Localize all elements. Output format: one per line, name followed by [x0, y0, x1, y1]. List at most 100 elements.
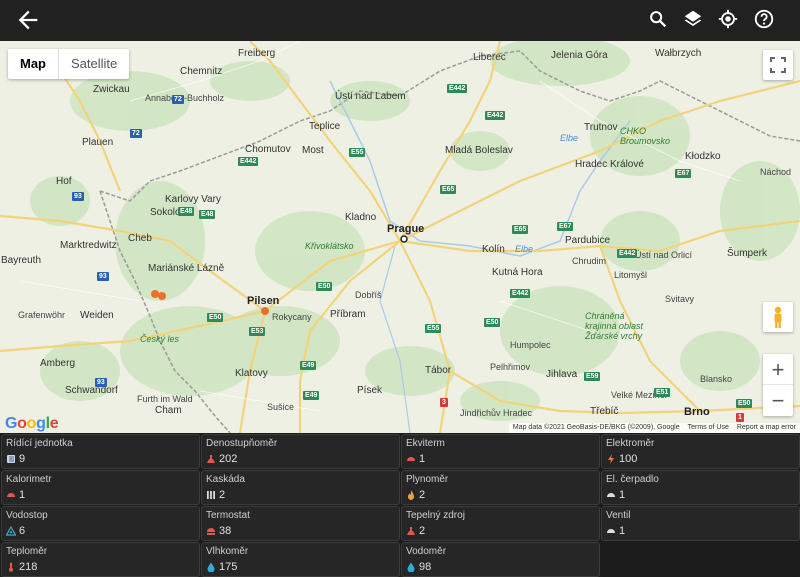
tile-count: 218: [19, 561, 38, 573]
tile-count: 9: [19, 453, 26, 465]
road-shield: E50: [736, 399, 753, 408]
road-shield: E49: [300, 361, 317, 370]
tile-ventil[interactable]: Ventil 1: [601, 506, 800, 541]
tile-vlhkomer[interactable]: Vlhkoměr 175: [201, 542, 400, 577]
road-shield: E65: [512, 225, 529, 234]
map-label: Litomyšl: [614, 270, 648, 280]
road-shield: 93: [95, 378, 107, 387]
tile-vodostop[interactable]: Vodostop 6: [1, 506, 200, 541]
road-shield: E442: [238, 157, 259, 166]
fullscreen-button[interactable]: [763, 50, 793, 80]
map-label: Wałbrzych: [655, 48, 702, 59]
map-label: Písek: [357, 385, 383, 396]
map-label: Teplice: [309, 121, 341, 132]
road-shield: E48: [199, 210, 216, 219]
tile-label: Ekviterm: [406, 438, 445, 449]
map-label: Svitavy: [665, 294, 695, 304]
map-label: Jihlava: [546, 369, 578, 380]
tile-label: Teploměr: [6, 546, 48, 557]
map-view[interactable]: Prague Pilsen Brno Chemnitz Freiberg Zwi…: [0, 41, 800, 433]
zoom-in-button[interactable]: +: [763, 354, 793, 385]
map-label: Kolín: [482, 244, 505, 255]
map-label: Trutnov: [584, 122, 618, 133]
map-label: Chomutov: [245, 144, 291, 155]
road-shield: E48: [178, 207, 195, 216]
tile-label: Vodoměr: [406, 546, 447, 557]
map-label: Chemnitz: [180, 66, 223, 77]
google-logo: Google: [5, 415, 59, 432]
calorimeter-icon: [7, 493, 15, 497]
tile-count: 98: [419, 561, 432, 573]
tile-count: 100: [619, 453, 638, 465]
road-shield: 3: [440, 398, 448, 407]
map-label: Dobříš: [355, 290, 382, 300]
map-label: Chrudim: [572, 256, 607, 266]
map-label: Ústí nad Orlicí: [635, 250, 693, 260]
map-label: Zwickau: [93, 84, 130, 95]
map-attribution: Map data ©2021 GeoBasis-DE/BKG (©2009), …: [508, 423, 800, 433]
map-type-map-button[interactable]: Map: [8, 49, 59, 79]
degree-day-icon: [207, 455, 215, 463]
my-location-icon[interactable]: [717, 8, 739, 30]
electricity-icon: [608, 454, 614, 464]
tile-termostat[interactable]: Termostat 38: [201, 506, 400, 541]
layers-icon[interactable]: [682, 8, 704, 30]
terms-link[interactable]: Terms of Use: [688, 423, 729, 433]
tile-kaskada[interactable]: Kaskáda 2: [201, 470, 400, 505]
report-error-link[interactable]: Report a map error: [737, 423, 796, 433]
street-view-button[interactable]: [763, 302, 793, 332]
zoom-out-button[interactable]: −: [763, 385, 793, 416]
help-icon[interactable]: [753, 8, 775, 30]
water-meter-icon: [407, 562, 415, 572]
map-label: Klatovy: [235, 368, 268, 379]
map-label: Chráněná krajinná oblast Žďárské vrchy: [585, 311, 644, 341]
road-shield: E442: [447, 84, 468, 93]
map-label: Mariánské Lázně: [148, 263, 225, 274]
road-shield: E50: [484, 318, 501, 327]
map-label: Blansko: [700, 374, 733, 384]
map-label: Schwandorf: [65, 385, 118, 396]
pump-icon: [607, 493, 615, 497]
tile-el-cerpadlo[interactable]: El. čerpadlo 1: [601, 470, 800, 505]
map-label: Mladá Boleslav: [445, 145, 513, 156]
road-shield: E442: [510, 289, 531, 298]
gas-meter-icon: [408, 490, 414, 500]
tile-denostupnomer[interactable]: Denostupňoměr 202: [201, 434, 400, 469]
map-label: Křivoklátsko: [305, 241, 354, 251]
tile-plynomer[interactable]: Plynoměr 2: [401, 470, 600, 505]
humidity-icon: [207, 562, 215, 572]
map-label: Pelhřimov: [490, 362, 531, 372]
water-stop-icon: [6, 526, 16, 536]
map-label: Brno: [684, 406, 710, 418]
tile-ekviterm[interactable]: Ekviterm 1: [401, 434, 600, 469]
tile-kalorimetr[interactable]: Kalorimetr 1: [1, 470, 200, 505]
road-shield: E442: [485, 111, 506, 120]
tile-count: 2: [219, 489, 226, 501]
tile-ridici-jednotka[interactable]: Řídící jednotka 9: [1, 434, 200, 469]
search-icon[interactable]: [647, 8, 669, 30]
tile-teplomer[interactable]: Teploměr 218: [1, 542, 200, 577]
tile-vodomer[interactable]: Vodoměr 98: [401, 542, 600, 577]
road-shield: E442: [617, 249, 638, 258]
device-category-grid: Řídící jednotka 9 Denostupňoměr 202 Ekvi…: [0, 433, 800, 577]
tile-elektromer[interactable]: Elektroměr 100: [601, 434, 800, 469]
road-shield: E50: [207, 313, 224, 322]
tile-label: El. čerpadlo: [606, 474, 659, 485]
map-label: Kłodzko: [685, 151, 721, 162]
tile-label: Tepelný zdroj: [406, 510, 465, 521]
tile-count: 175: [219, 561, 238, 573]
road-shield: 1: [736, 413, 744, 422]
map-type-satellite-button[interactable]: Satellite: [59, 49, 129, 79]
map-data-credit: Map data ©2021 GeoBasis-DE/BKG (©2009), …: [512, 424, 680, 431]
map-label: Prague: [387, 223, 425, 235]
tile-tepelny-zdroj[interactable]: Tepelný zdroj 2: [401, 506, 600, 541]
road-shield: E67: [675, 169, 692, 178]
tile-label: Ventil: [606, 510, 631, 521]
tile-label: Denostupňoměr: [206, 438, 278, 449]
map-label: Cheb: [128, 233, 152, 244]
map-label: Hof: [56, 176, 72, 187]
road-shield: E53: [249, 327, 266, 336]
arrow-left-icon[interactable]: [14, 6, 42, 34]
heat-source-icon: [407, 527, 415, 535]
road-shield: 72: [172, 95, 184, 104]
